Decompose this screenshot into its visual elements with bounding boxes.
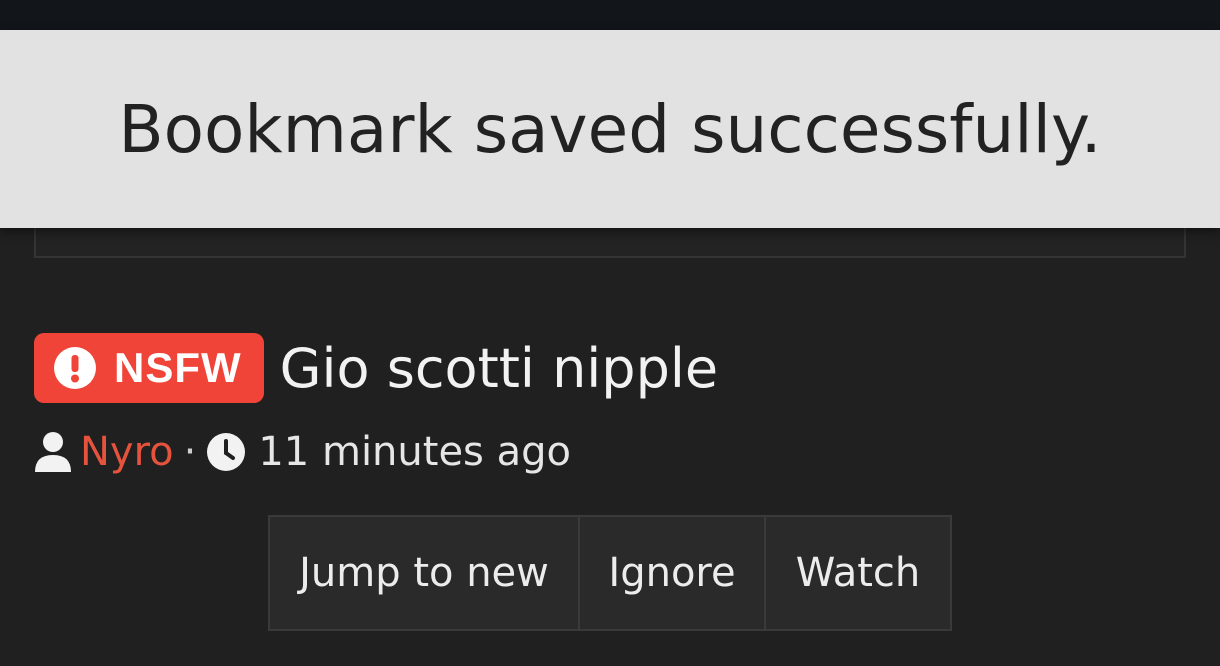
thread-meta: Nyro · 11 minutes ago [34, 422, 571, 482]
meta-separator: · [183, 429, 197, 475]
watch-button[interactable]: Watch [764, 517, 950, 629]
page: Bookmark saved successfully. NSFW Gio sc… [0, 0, 1220, 666]
thread-author[interactable]: Nyro [80, 429, 174, 475]
thread-title-row: NSFW Gio scotti nipple [34, 330, 718, 406]
nsfw-label: NSFW [114, 344, 242, 391]
toast-message: Bookmark saved successfully. [118, 90, 1102, 168]
thread-title[interactable]: Gio scotti nipple [280, 337, 718, 400]
thread-actions: Jump to new Ignore Watch [268, 515, 952, 631]
exclamation-circle-icon [54, 347, 96, 389]
jump-to-new-button[interactable]: Jump to new [270, 517, 578, 629]
ignore-button[interactable]: Ignore [578, 517, 764, 629]
nsfw-badge: NSFW [34, 333, 264, 403]
thread-time: 11 minutes ago [258, 429, 571, 475]
toast-notification[interactable]: Bookmark saved successfully. [0, 30, 1220, 228]
clock-icon [207, 433, 246, 471]
status-bar [0, 0, 1220, 30]
user-icon [35, 432, 71, 472]
